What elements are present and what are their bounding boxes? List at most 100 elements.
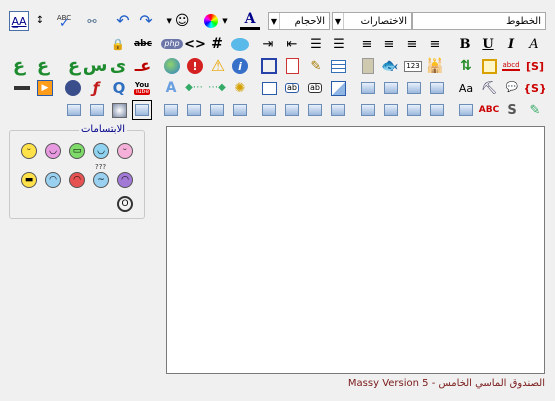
underline-button[interactable]: U [478, 34, 498, 54]
fish-button[interactable]: 🐟 [380, 56, 400, 76]
font-style-button[interactable]: A [161, 78, 181, 98]
image-15-button[interactable] [358, 100, 378, 120]
arabic-style-6-button[interactable]: عـ [131, 55, 155, 77]
image-19-button[interactable] [456, 100, 476, 120]
move-right-button[interactable]: ◆⋯ [184, 78, 204, 98]
image-3-button[interactable] [404, 78, 424, 98]
paste-button[interactable]: ✎ [525, 100, 545, 120]
gradient-button[interactable] [109, 100, 129, 120]
box-border-button[interactable] [259, 56, 279, 76]
bold-button[interactable]: B [455, 34, 475, 54]
smiley-tongue-icon[interactable]: ᵕ [117, 143, 133, 159]
font-size-button[interactable]: Aa [456, 78, 476, 98]
smiley-sad-icon[interactable]: ◠ [45, 172, 61, 188]
move-left-button[interactable]: ⋯◆ [207, 78, 227, 98]
image-8-button[interactable] [184, 100, 204, 120]
abc-red-button[interactable]: ABC [477, 100, 501, 120]
smiley-angry-icon[interactable]: ◠ [69, 172, 85, 188]
smiley-evil-icon[interactable]: ◠ [117, 172, 133, 188]
text-input-button[interactable]: ab [282, 78, 302, 98]
code-button[interactable]: <> [185, 34, 205, 54]
embed-button[interactable]: {S} [525, 78, 545, 98]
arabic-style-3-button[interactable]: ع [63, 55, 85, 77]
image-9-button[interactable] [207, 100, 227, 120]
hash-button[interactable]: # [207, 34, 227, 54]
resize-button[interactable] [328, 78, 348, 98]
indent-button[interactable]: ⇥ [258, 34, 278, 54]
image-13-button[interactable] [305, 100, 325, 120]
s-button[interactable]: S [502, 100, 522, 120]
flash-button[interactable]: ƒ [86, 78, 106, 98]
italic-button[interactable]: I [501, 34, 521, 54]
font-select[interactable]: الخطوط [412, 12, 546, 30]
text-box-button[interactable]: ab [305, 78, 325, 98]
youtube-button[interactable]: You Tube [132, 78, 152, 98]
quicktime-button[interactable]: Q [109, 78, 129, 98]
arabic-style-5-button[interactable]: ى [107, 55, 129, 77]
globe-link-button[interactable] [162, 56, 182, 76]
mosque-button[interactable]: 🕌 [425, 56, 445, 76]
image-11-button[interactable] [259, 100, 279, 120]
textarea-button[interactable] [259, 78, 279, 98]
image-2-button[interactable] [381, 78, 401, 98]
image-14-button[interactable] [328, 100, 348, 120]
lock-button[interactable]: 🔒 [108, 34, 128, 54]
redo-button[interactable]: ↷ [136, 11, 156, 31]
smiley-grin-icon[interactable]: ▭ [69, 143, 85, 159]
media-button[interactable]: ▶ [35, 78, 55, 98]
spacing-button[interactable]: ↕ [33, 11, 47, 31]
smiley-dropdown-button[interactable]: ▼ ☺ [163, 11, 193, 31]
outdent-button[interactable]: ⇤ [282, 34, 302, 54]
sizes-select[interactable]: ▼ الأحجام [268, 12, 330, 30]
strikethrough-button[interactable]: abc [131, 34, 155, 54]
framed-image-button[interactable] [132, 100, 152, 120]
abcd-button[interactable]: abcd [501, 56, 521, 76]
image-16-button[interactable] [381, 100, 401, 120]
stop-button[interactable]: ! [185, 56, 205, 76]
highlight-button[interactable]: ⛏ [479, 78, 499, 98]
arabic-style-4-button[interactable]: س [84, 55, 106, 77]
justify-button[interactable]: ≡ [357, 34, 377, 54]
font-format-button[interactable]: A̲A [9, 11, 29, 31]
image-7-button[interactable] [161, 100, 181, 120]
arabic-style-1-button[interactable]: ع [8, 55, 30, 77]
frame-button[interactable] [479, 56, 499, 76]
image-6-button[interactable] [87, 100, 107, 120]
unordered-list-button[interactable]: ☰ [329, 34, 349, 54]
marquee-button[interactable]: [S] [525, 56, 545, 76]
smiley-confused-icon[interactable]: ~ [93, 172, 109, 188]
image-18-button[interactable] [427, 100, 447, 120]
image-10-button[interactable] [230, 100, 250, 120]
table-button[interactable] [328, 56, 348, 76]
sort-button[interactable]: ⇅ [456, 56, 476, 76]
image-17-button[interactable] [404, 100, 424, 120]
number-button[interactable]: 123 [403, 56, 423, 76]
image-4-button[interactable] [427, 78, 447, 98]
spellcheck-button[interactable]: ABC ✓ [54, 11, 74, 31]
realplayer-button[interactable] [63, 78, 83, 98]
font-color-button[interactable]: A [236, 11, 264, 31]
php-button[interactable]: php [160, 34, 184, 54]
ordered-list-button[interactable]: ☰ [306, 34, 326, 54]
binoculars-button[interactable]: ⚯ [82, 11, 102, 31]
text-effect-button[interactable]: 💬 [502, 78, 522, 98]
warning-button[interactable]: ⚠ [208, 56, 228, 76]
info-button[interactable]: i [230, 56, 250, 76]
align-left-button[interactable]: ≡ [402, 34, 422, 54]
page-button[interactable] [282, 56, 302, 76]
clear-format-button[interactable]: A [524, 34, 544, 54]
image-5-button[interactable] [64, 100, 84, 120]
image-12-button[interactable] [282, 100, 302, 120]
smiley-smile-icon[interactable]: ◡ [93, 143, 109, 159]
smiley-happy-icon[interactable]: ᵕ [21, 143, 37, 159]
sparkle-button[interactable]: ✺ [230, 78, 250, 98]
color-picker-button[interactable]: ▼ [198, 11, 234, 31]
horizontal-rule-button[interactable] [12, 78, 32, 98]
image-1-button[interactable] [358, 78, 378, 98]
editor-textarea[interactable] [166, 126, 545, 374]
magic-wand-button[interactable]: ✎ [306, 56, 326, 76]
undo-button[interactable]: ↶ [113, 11, 133, 31]
shortcuts-select[interactable]: ▼ الاختصارات [332, 12, 412, 30]
align-right-button[interactable]: ≡ [425, 34, 445, 54]
smiley-shocked-icon[interactable]: O [117, 196, 133, 212]
